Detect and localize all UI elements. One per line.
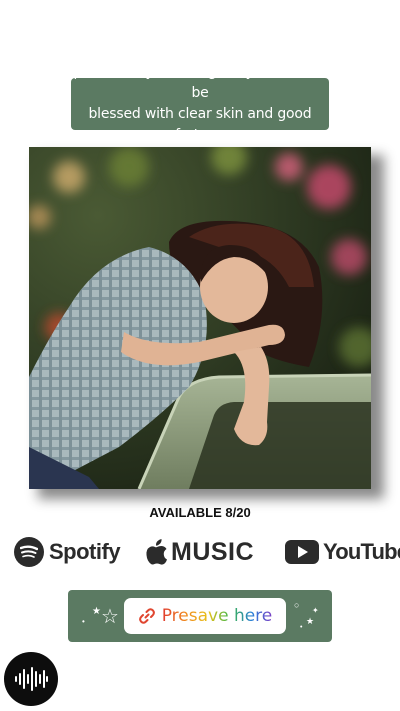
sparkle-star-icon: ☆ — [101, 606, 119, 628]
apple-music-label: MUSIC — [171, 537, 255, 566]
soundwave-icon — [15, 667, 48, 691]
spotify-logo[interactable]: Spotify — [14, 533, 121, 571]
release-date-text: AVAILABLE 8/20 — [149, 505, 251, 520]
presave-panel: • ★ ☆ ○ ★ • ✦ Presave here — [68, 590, 332, 642]
spotify-label: Spotify — [49, 539, 121, 564]
caption-line-1: presave my first single if you want to b… — [73, 64, 327, 101]
platform-logos: Spotify MUSIC YouTube — [0, 533, 400, 571]
apple-icon — [146, 539, 167, 565]
sparkle-dot-icon: ○ — [294, 600, 300, 610]
caption-bubble: presave my first single if you want to b… — [71, 64, 329, 143]
youtube-logo[interactable]: YouTube — [285, 533, 400, 571]
sound-badge[interactable] — [4, 652, 58, 706]
link-icon — [138, 608, 155, 624]
sparkle-dot-icon: • — [300, 624, 303, 631]
presave-label: Presave here — [161, 606, 273, 626]
caption-line-2: blessed with clear skin and good fortune — [88, 106, 312, 143]
spotify-icon — [14, 537, 44, 567]
youtube-play-icon — [285, 540, 319, 564]
sparkle-star-icon: ★ — [306, 616, 315, 626]
sparkle-dot-icon: • — [82, 617, 85, 626]
cover-photo — [29, 147, 371, 489]
sparkle-star-icon: ✦ — [312, 606, 319, 615]
presave-button[interactable]: Presave here — [124, 598, 286, 634]
apple-music-logo[interactable]: MUSIC — [146, 533, 254, 571]
sparkle-star-icon: ★ — [92, 606, 101, 617]
youtube-label: YouTube — [323, 539, 400, 564]
